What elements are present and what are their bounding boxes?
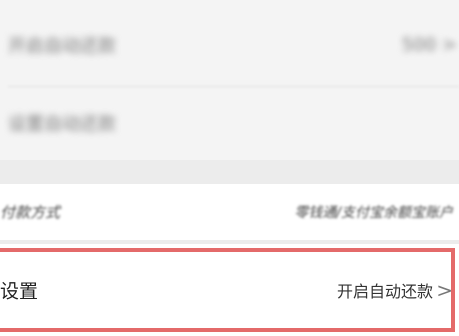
payment-method-row[interactable]: 付款方式 零钱通/支付宝余额宝账户 <box>0 184 459 240</box>
payment-method-label: 付款方式 <box>0 203 61 222</box>
highlight-box <box>0 248 455 332</box>
settings-page: 开启自动还款 500 > 设置自动还款 付款方式 零钱通/支付宝余额宝账户 设置… <box>0 0 459 336</box>
divider <box>8 86 459 87</box>
row-1-label: 开启自动还款 <box>8 36 116 57</box>
row-2-label: 设置自动还款 <box>8 114 116 135</box>
settings-row-1[interactable]: 开启自动还款 500 > <box>0 10 459 80</box>
row-1-value: 500 > <box>401 34 457 56</box>
settings-row-2[interactable]: 设置自动还款 <box>0 90 459 156</box>
payment-method-value: 零钱通/支付宝余额宝账户 <box>294 205 453 221</box>
